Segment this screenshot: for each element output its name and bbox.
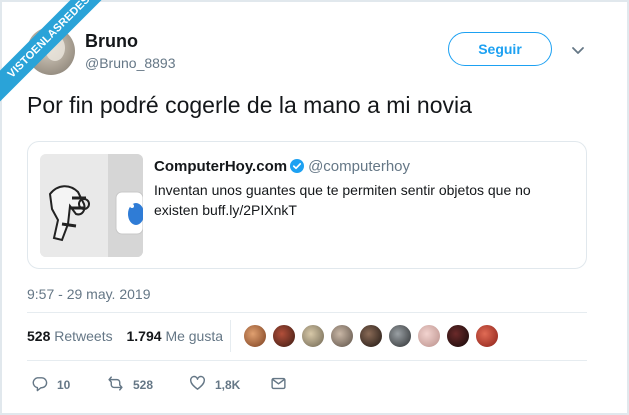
liker-avatar[interactable] — [272, 324, 296, 348]
retweets-count[interactable]: 528 — [27, 328, 50, 344]
quoted-source-handle[interactable]: @computerhoy — [308, 158, 410, 175]
envelope-icon — [270, 375, 287, 395]
liker-avatar[interactable] — [330, 324, 354, 348]
quoted-tweet-text: Inventan unos guantes que te permiten se… — [154, 182, 531, 218]
liker-avatar[interactable] — [359, 324, 383, 348]
reply-icon — [31, 375, 48, 395]
liker-avatar[interactable] — [417, 324, 441, 348]
verified-badge-icon — [290, 159, 305, 173]
watermark-text: VISTOENLASREDES — [0, 0, 110, 110]
retweet-count: 528 — [133, 378, 154, 392]
like-count: 1,8K — [215, 378, 241, 392]
like-button[interactable]: 1,8K — [189, 375, 240, 395]
reply-count: 10 — [57, 378, 71, 392]
likes-count[interactable]: 1.794 — [127, 328, 162, 344]
retweets-label[interactable]: Retweets — [54, 328, 112, 344]
watermark: VISTOENLASREDES — [0, 0, 110, 110]
reply-button[interactable]: 10 — [31, 375, 70, 395]
liker-avatar[interactable] — [243, 324, 267, 348]
quoted-source-name[interactable]: ComputerHoy.com — [154, 158, 287, 175]
likes-label[interactable]: Me gusta — [165, 328, 223, 344]
quoted-tweet-image — [40, 154, 143, 257]
stats-separator — [230, 320, 231, 352]
retweet-icon — [107, 375, 124, 395]
message-button[interactable] — [270, 375, 287, 395]
tweet-timestamp[interactable]: 9:57 - 29 may. 2019 — [27, 286, 150, 302]
retweet-button[interactable]: 528 — [107, 375, 153, 395]
liker-avatar[interactable] — [388, 324, 412, 348]
follow-button[interactable]: Seguir — [448, 32, 552, 66]
liker-avatar[interactable] — [446, 324, 470, 348]
quoted-source[interactable]: ComputerHoy.com @computerhoy — [154, 158, 410, 175]
tweet-stats: 528 Retweets 1.794 Me gusta — [27, 328, 223, 344]
liker-avatar[interactable] — [475, 324, 499, 348]
heart-icon — [189, 375, 206, 395]
divider — [27, 312, 587, 313]
chevron-down-icon[interactable] — [568, 40, 588, 60]
divider — [27, 360, 587, 361]
liker-avatar[interactable] — [301, 324, 325, 348]
quoted-tweet-card[interactable]: ComputerHoy.com @computerhoy Inventan uno… — [27, 141, 587, 269]
